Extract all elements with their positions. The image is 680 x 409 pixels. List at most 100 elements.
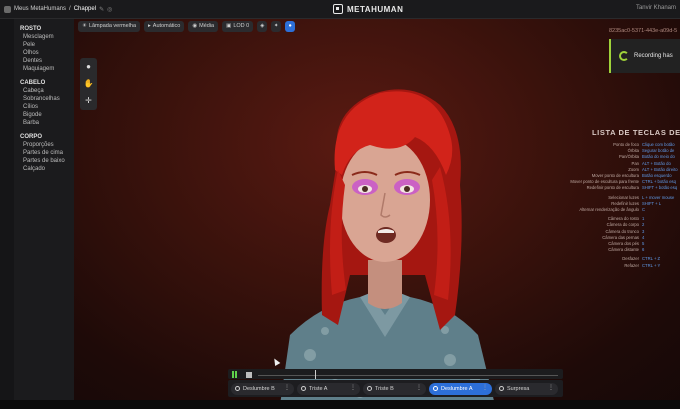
- sidebar-item[interactable]: Partes de baixo: [20, 157, 74, 165]
- metahuman-character: [280, 89, 495, 405]
- animation-clip[interactable]: Deslumbre B ⋮: [231, 382, 294, 395]
- auto-dropdown[interactable]: ▸ Automático: [144, 21, 185, 32]
- sidebar-item[interactable]: Calçado: [20, 165, 74, 173]
- quality-dropdown[interactable]: ◉ Média: [188, 21, 219, 32]
- edit-icon[interactable]: ✎: [99, 6, 104, 13]
- recording-spinner-icon: [619, 51, 629, 61]
- tool-palette: ● ✋ ✛: [80, 58, 97, 110]
- sidebar-item[interactable]: Mesclagem: [20, 33, 74, 41]
- shortcut-key: C: [642, 207, 646, 213]
- top-bar: Meus MetaHumans / Chappel ✎ ◎ METAHUMAN …: [0, 0, 680, 19]
- sidebar-section-rosto: ROSTO Mesclagem Pele Olhos Dentes Maquiagem: [14, 25, 74, 73]
- play-icon: ▸: [148, 23, 151, 29]
- timeline-bar: [228, 369, 563, 379]
- quality-label: Média: [199, 23, 215, 29]
- user-name[interactable]: Tanvir Khanam: [636, 5, 676, 11]
- sidebar-item[interactable]: Partes de cima: [20, 149, 74, 157]
- render-icon[interactable]: ✦: [271, 21, 282, 32]
- app-logo-icon: [4, 5, 11, 13]
- shortcut-key: CTRL + Y: [642, 262, 661, 268]
- animation-clips: Deslumbre B ⋮ Triste A ⋮ Triste B ⋮ Deslumbre …: [228, 380, 563, 397]
- clip-face-icon: [235, 386, 240, 391]
- pause-icon[interactable]: [232, 371, 238, 378]
- recording-label: Recording has: [634, 53, 673, 59]
- clip-label: Deslumbre B: [243, 385, 275, 392]
- info-icon[interactable]: ◎: [107, 6, 112, 13]
- bottom-strip: [0, 400, 680, 409]
- left-edge-strip: [0, 19, 14, 404]
- animation-clip[interactable]: Deslumbre A ⋮: [429, 382, 492, 395]
- toggle-icon[interactable]: ●: [285, 21, 296, 32]
- lighting-label: Lâmpada vermelha: [88, 23, 137, 29]
- shortcut-action: Alternar renderização de ângulo: [579, 207, 639, 213]
- lod-dropdown[interactable]: ▣ LOD 0: [222, 21, 254, 32]
- clip-face-icon: [433, 386, 438, 391]
- quality-icon: ◉: [192, 23, 198, 29]
- clip-menu-icon[interactable]: ⋮: [482, 385, 488, 392]
- sidebar-item[interactable]: Olhos: [20, 49, 74, 57]
- brand-name: METAHUMAN: [347, 4, 404, 14]
- shortcut-action: Câmera distante: [608, 247, 639, 253]
- breadcrumb: Meus MetaHumans / Chappel ✎ ◎: [0, 5, 112, 13]
- sidebar-section-title[interactable]: ROSTO: [20, 25, 74, 33]
- metahuman-app: Meus MetaHumans / Chappel ✎ ◎ METAHUMAN …: [0, 0, 680, 409]
- timeline-playhead[interactable]: [315, 370, 316, 379]
- clip-menu-icon[interactable]: ⋮: [284, 385, 290, 392]
- clip-face-icon: [499, 386, 504, 391]
- sidebar-item[interactable]: Sobrancelhas: [20, 95, 74, 103]
- sidebar-item[interactable]: Bigode: [20, 111, 74, 119]
- clip-label: Deslumbre A: [441, 385, 473, 392]
- lighting-dropdown[interactable]: ☀ Lâmpada vermelha: [78, 21, 141, 32]
- sidebar-section-corpo: CORPO Proporções Partes de cima Partes de b…: [14, 133, 74, 173]
- right-iris: [404, 186, 410, 192]
- shortcut-row: Redefinir ponto de escultura SHIFT + botã…: [540, 185, 680, 191]
- shortcut-key: 6: [642, 247, 645, 253]
- left-iris: [362, 186, 368, 192]
- sidebar-item[interactable]: Barba: [20, 119, 74, 127]
- hand-icon[interactable]: ✋: [84, 79, 94, 88]
- sidebar-item[interactable]: Maquiagem: [20, 65, 74, 73]
- clip-face-icon: [367, 386, 372, 391]
- clip-face-icon: [301, 386, 306, 391]
- shortcut-rows: Ponto de foco Clique com botão Órbita Segur…: [540, 142, 680, 269]
- sidebar-item[interactable]: Dentes: [20, 57, 74, 65]
- camera-icon[interactable]: ◈: [257, 21, 268, 32]
- sidebar-item[interactable]: Pele: [20, 41, 74, 49]
- timeline-track[interactable]: [258, 375, 558, 376]
- move-icon[interactable]: ✛: [85, 97, 92, 105]
- clip-label: Triste B: [375, 385, 394, 392]
- animation-clip[interactable]: Triste A ⋮: [297, 382, 360, 395]
- recording-toast: Recording has: [609, 39, 680, 73]
- shortcut-list: LISTA DE TECLAS DE ATALHO Ponto de focoC…: [540, 128, 680, 269]
- face: [340, 138, 430, 262]
- animation-clip[interactable]: Surpresa ⋮: [495, 382, 558, 395]
- clip-label: Triste A: [309, 385, 328, 392]
- sidebar-item[interactable]: Cabeça: [20, 87, 74, 95]
- sidebar-section-title[interactable]: CORPO: [20, 133, 74, 141]
- animation-clip[interactable]: Triste B ⋮: [363, 382, 426, 395]
- sidebar-item[interactable]: Proporções: [20, 141, 74, 149]
- clip-menu-icon[interactable]: ⋮: [416, 385, 422, 392]
- shortcut-key: SHIFT + botão esq: [642, 185, 678, 191]
- pointer-icon[interactable]: ●: [86, 62, 91, 71]
- brand-logo: METAHUMAN: [333, 4, 403, 14]
- sidebar: ROSTO Mesclagem Pele Olhos Dentes Maquiagem CA…: [14, 19, 74, 404]
- metahuman-logo-icon: [333, 4, 343, 14]
- clip-menu-icon[interactable]: ⋮: [548, 385, 554, 392]
- sidebar-section-title[interactable]: CABELO: [20, 79, 74, 87]
- lod-label: LOD 0: [233, 23, 250, 29]
- lightbulb-icon: ☀: [82, 23, 87, 29]
- stop-icon[interactable]: [246, 372, 252, 378]
- character-id: 8235ac0-5371-443e-a09d-5: [609, 28, 678, 34]
- lod-icon: ▣: [226, 23, 232, 29]
- shortcut-list-title: LISTA DE TECLAS DE ATALHO: [592, 128, 680, 137]
- sidebar-item[interactable]: Cílios: [20, 103, 74, 111]
- neck: [368, 260, 402, 309]
- clip-label: Surpresa: [507, 385, 530, 392]
- breadcrumb-current: Chappel: [73, 6, 97, 12]
- breadcrumb-separator: /: [69, 6, 71, 12]
- clip-menu-icon[interactable]: ⋮: [350, 385, 356, 392]
- viewport-toolbar: ☀ Lâmpada vermelha ▸ Automático ◉ Média ▣ LO…: [78, 21, 296, 32]
- breadcrumb-root[interactable]: Meus MetaHumans: [14, 6, 66, 12]
- auto-label: Automático: [152, 23, 181, 29]
